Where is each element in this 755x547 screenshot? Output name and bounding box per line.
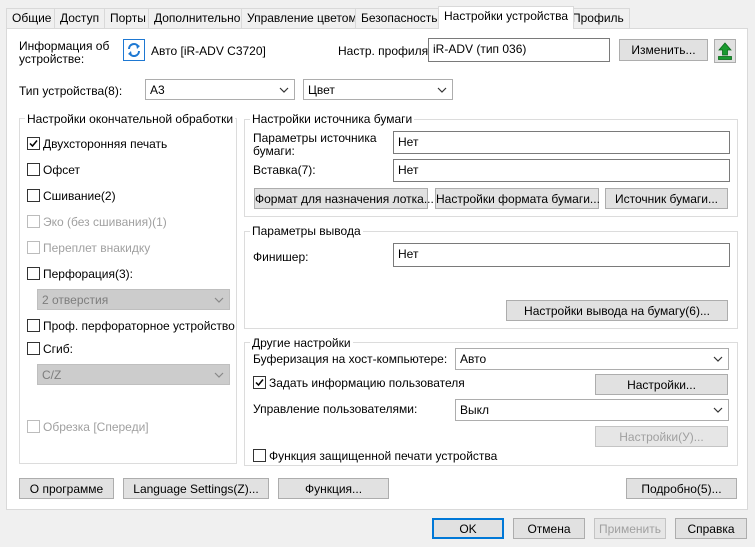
stapling-checkbox[interactable] <box>27 189 40 202</box>
chevron-down-icon <box>437 87 447 93</box>
user-mgmt-settings-button[interactable]: Настройки(У)... <box>595 426 728 447</box>
upload-profile-button[interactable] <box>714 39 736 63</box>
tab-color-management[interactable]: Управление цветом <box>241 8 363 28</box>
source-options-label: Параметры источника бумаги: <box>253 131 377 158</box>
chevron-down-icon <box>214 372 224 378</box>
tab-advanced[interactable]: Дополнительно <box>148 8 247 28</box>
offset-checkbox[interactable] <box>27 163 40 176</box>
tab-profile[interactable]: Профиль <box>566 8 630 28</box>
finisher-field[interactable]: Нет <box>393 243 730 267</box>
checkmark-icon <box>29 140 38 148</box>
duplex-label: Двухсторонняя печать <box>43 137 168 151</box>
device-type-select[interactable]: A3 <box>145 79 295 100</box>
saddle-checkbox[interactable] <box>27 241 40 254</box>
language-settings-button[interactable]: Language Settings(Z)... <box>123 478 269 499</box>
offset-label: Офсет <box>43 163 80 177</box>
finishing-title: Настройки окончательной обработки <box>25 112 236 126</box>
finisher-label: Финишер: <box>253 250 309 264</box>
profile-field[interactable]: iR-ADV (тип 036) <box>428 38 610 62</box>
fold-value: C/Z <box>42 367 62 382</box>
apply-button[interactable]: Применить <box>594 518 666 539</box>
profile-label: Настр. профиля: <box>338 44 432 58</box>
paper-source-title: Настройки источника бумаги <box>250 112 415 126</box>
paper-format-button[interactable]: Настройки формата бумаги... <box>435 188 600 209</box>
stapling-label: Сшивание(2) <box>43 189 116 203</box>
output-title: Параметры вывода <box>250 224 363 238</box>
ok-button[interactable]: OK <box>432 518 504 539</box>
details-button[interactable]: Подробно(5)... <box>626 478 737 499</box>
tab-device-settings[interactable]: Настройки устройства <box>438 6 574 29</box>
user-mgmt-value: Выкл <box>460 403 490 417</box>
paper-source-button[interactable]: Источник бумаги... <box>605 188 728 209</box>
pro-punch-checkbox[interactable] <box>27 319 40 332</box>
output-settings-button[interactable]: Настройки вывода на бумагу(6)... <box>506 300 728 321</box>
cancel-button[interactable]: Отмена <box>513 518 585 539</box>
punch-value: 2 отверстия <box>42 292 109 307</box>
eco-label: Эко (без сшивания)(1) <box>43 215 167 229</box>
device-refresh-button[interactable] <box>123 39 145 61</box>
user-mgmt-label: Управление пользователями: <box>253 402 418 416</box>
refresh-icon <box>128 43 140 57</box>
chevron-down-icon <box>713 407 723 413</box>
source-options-field[interactable]: Нет <box>393 131 730 154</box>
device-type-value: A3 <box>150 82 165 97</box>
other-settings-title: Другие настройки <box>250 336 353 350</box>
change-profile-button[interactable]: Изменить... <box>619 39 708 61</box>
chevron-down-icon <box>713 356 723 362</box>
user-info-checkbox[interactable] <box>253 376 266 389</box>
punch-select[interactable]: 2 отверстия <box>37 289 230 310</box>
tab-ports[interactable]: Порты <box>104 8 152 28</box>
punch-label: Перфорация(3): <box>43 267 133 281</box>
color-mode-select[interactable]: Цвет <box>303 79 453 100</box>
tray-format-button[interactable]: Формат для назначения лотка... <box>254 188 434 209</box>
help-button[interactable]: Справка <box>675 518 747 539</box>
secure-print-checkbox[interactable] <box>253 449 266 462</box>
inserter-label: Вставка(7): <box>253 163 316 177</box>
device-name: Авто [iR-ADV C3720] <box>151 44 266 58</box>
checkmark-icon <box>255 379 264 387</box>
device-info-label: Информация об устройстве: <box>19 39 110 66</box>
tab-security[interactable]: Безопасность <box>355 8 444 28</box>
inserter-field[interactable]: Нет <box>393 159 730 182</box>
trim-label: Обрезка [Спереди] <box>43 420 149 434</box>
duplex-checkbox[interactable] <box>27 137 40 150</box>
about-button[interactable]: О программе <box>19 478 114 499</box>
device-type-label: Тип устройства(8): <box>19 84 123 98</box>
chevron-down-icon <box>279 87 289 93</box>
fold-select[interactable]: C/Z <box>37 364 230 385</box>
user-info-label: Задать информацию пользователя <box>269 376 465 390</box>
fold-checkbox[interactable] <box>27 342 40 355</box>
pro-punch-label: Проф. перфораторное устройство <box>43 319 235 333</box>
spool-select[interactable]: Авто <box>455 348 729 370</box>
fold-label: Сгиб: <box>43 342 73 356</box>
user-mgmt-select[interactable]: Выкл <box>455 399 729 421</box>
punch-checkbox[interactable] <box>27 267 40 280</box>
function-button[interactable]: Функция... <box>278 478 389 499</box>
tab-general[interactable]: Общие <box>6 8 58 28</box>
saddle-label: Переплет внакидку <box>43 241 151 255</box>
eco-checkbox[interactable] <box>27 215 40 228</box>
tab-access[interactable]: Доступ <box>54 8 106 28</box>
chevron-down-icon <box>214 297 224 303</box>
color-mode-value: Цвет <box>308 82 335 97</box>
spool-value: Авто <box>460 352 487 366</box>
trim-checkbox[interactable] <box>27 420 40 433</box>
user-info-settings-button[interactable]: Настройки... <box>595 374 728 395</box>
spool-label: Буферизация на хост-компьютере: <box>253 352 448 366</box>
upload-arrow-icon <box>718 42 732 60</box>
secure-print-label: Функция защищенной печати устройства <box>269 449 498 463</box>
